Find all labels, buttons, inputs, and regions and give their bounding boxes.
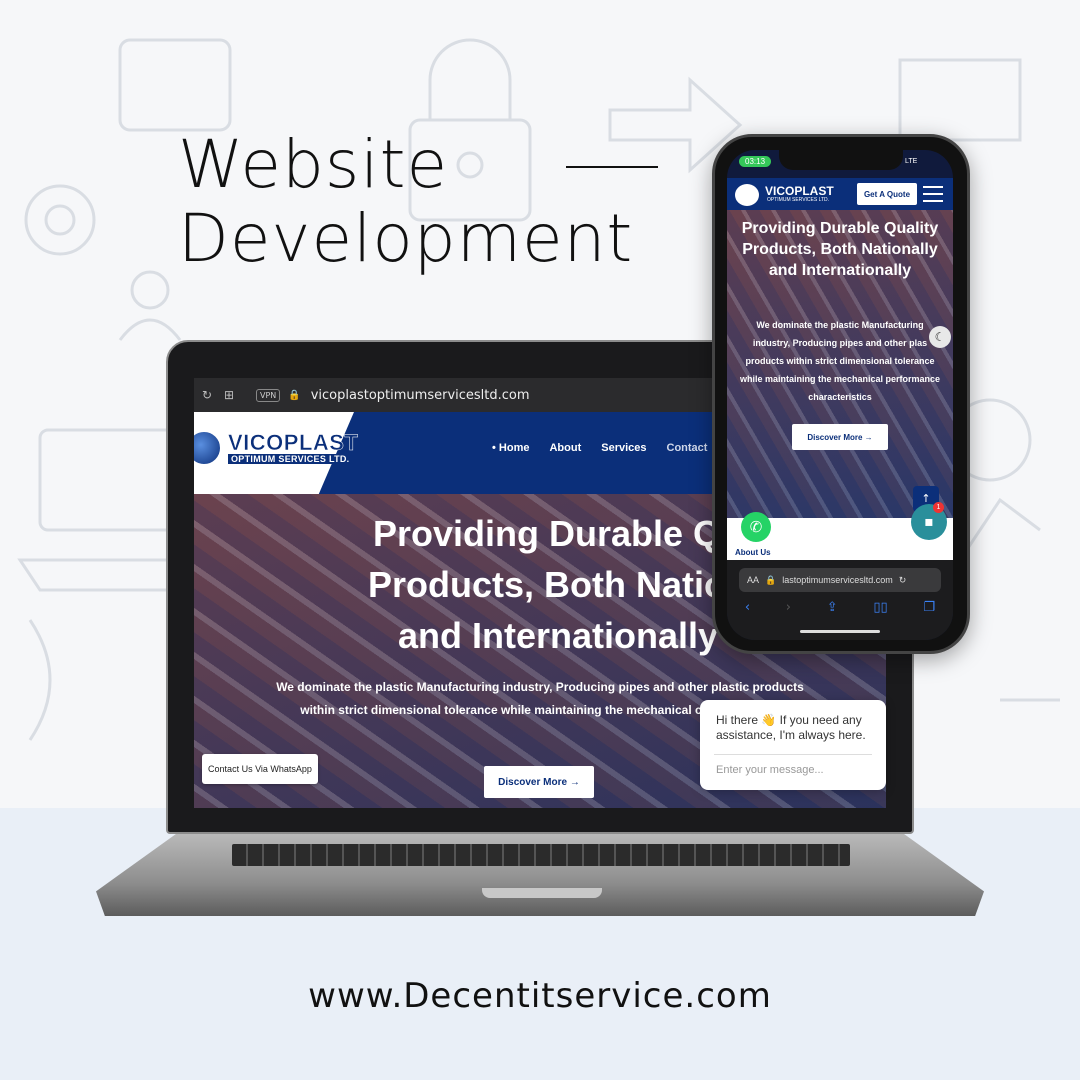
vpn-badge[interactable]: VPN: [256, 388, 281, 402]
forward-icon[interactable]: ›: [786, 600, 791, 615]
logo-subtitle: OPTIMUM SERVICES LTD.: [228, 454, 359, 464]
chat-badge: 1: [933, 502, 944, 513]
nav-about[interactable]: About: [549, 442, 581, 454]
headline-dash: [566, 166, 658, 168]
share-icon[interactable]: ⇪: [827, 600, 838, 615]
whatsapp-contact-button[interactable]: Contact Us Via WhatsApp: [202, 754, 318, 784]
chat-popup: Hi there 👋 If you need any assistance, I…: [700, 700, 886, 790]
nav-services[interactable]: Services: [601, 442, 646, 454]
nav-home[interactable]: • Home: [492, 442, 529, 454]
address-bar[interactable]: vicoplastoptimumservicesltd.com: [311, 388, 530, 403]
home-indicator: [800, 630, 880, 633]
site-logo[interactable]: VICOPLAST OPTIMUM SERVICES LTD.: [194, 430, 359, 466]
logo-name: VICOPLAST: [228, 430, 359, 455]
safari-toolbar: ‹ › ⇪ ▯▯ ❐: [727, 600, 953, 615]
laptop-keyboard: [232, 844, 850, 866]
dark-mode-icon[interactable]: ☾: [929, 326, 951, 348]
mobile-logo-name[interactable]: VICOPLAST: [765, 184, 834, 198]
mobile-hero: Providing Durable Quality Products, Both…: [727, 210, 953, 518]
about-us-label: About Us: [735, 548, 771, 557]
back-icon[interactable]: ‹: [745, 600, 750, 615]
safari-bottom-bar: AA 🔒 lastoptimumservicesltd.com ↻ ‹ › ⇪ …: [727, 560, 953, 640]
phone-notch: [779, 150, 903, 170]
discover-more-button[interactable]: Discover More →: [484, 766, 594, 798]
mobile-url-text: lastoptimumservicesltd.com: [782, 575, 893, 585]
mobile-reload-icon[interactable]: ↻: [899, 575, 907, 586]
headline-line1: Website: [178, 126, 449, 203]
grid-icon[interactable]: ⊞: [220, 388, 238, 402]
mobile-logo-subtitle: OPTIMUM SERVICES LTD.: [767, 197, 830, 203]
bookmarks-icon[interactable]: ▯▯: [873, 600, 887, 615]
mobile-hero-title: Providing Durable Quality Products, Both…: [741, 220, 939, 279]
site-nav-menu: • Home About Services Contact: [492, 442, 707, 454]
footer-website-url[interactable]: www.Decentitservice.com: [0, 976, 1080, 1016]
globe-icon: [194, 430, 222, 466]
chat-message-input[interactable]: Enter your message...: [716, 764, 824, 776]
status-time: 03:13: [739, 156, 772, 167]
hamburger-menu-icon[interactable]: [923, 186, 943, 202]
mobile-header: VICOPLAST OPTIMUM SERVICES LTD. Get A Qu…: [727, 178, 953, 210]
mobile-hero-description: We dominate the plastic Manufacturing in…: [739, 320, 941, 402]
lock-icon: 🔒: [288, 389, 301, 401]
nav-contact[interactable]: Contact: [667, 442, 708, 454]
status-network: LTE: [905, 158, 918, 165]
text-size-button[interactable]: AA: [747, 575, 759, 585]
headline-line2: Development: [178, 200, 634, 277]
refresh-icon[interactable]: ↻: [198, 388, 216, 402]
whatsapp-icon[interactable]: ✆: [741, 512, 771, 542]
chat-divider: [714, 754, 872, 755]
mobile-lock-icon: 🔒: [765, 574, 777, 585]
mobile-discover-more-button[interactable]: Discover More →: [792, 424, 888, 450]
headline: Website Development: [178, 128, 633, 276]
mobile-address-bar[interactable]: AA 🔒 lastoptimumservicesltd.com ↻: [739, 568, 941, 592]
tabs-icon[interactable]: ❐: [923, 600, 935, 615]
phone-screen: 03:13 LTE VICOPLAST OPTIMUM SERVICES LTD…: [727, 150, 953, 640]
get-quote-button[interactable]: Get A Quote: [857, 183, 917, 205]
laptop-notch: [482, 888, 602, 898]
mobile-globe-icon: [735, 184, 759, 206]
chat-greeting: Hi there 👋 If you need any assistance, I…: [716, 713, 866, 742]
